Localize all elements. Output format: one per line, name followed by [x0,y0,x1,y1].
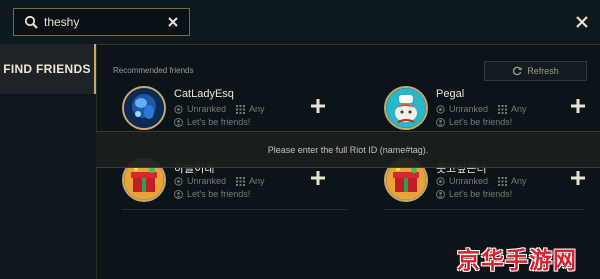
friend-rank: Unranked [187,104,227,114]
friend-rank-row: Unranked Any [436,176,527,186]
person-icon [174,189,183,199]
queue-grid-icon [498,176,508,186]
add-friend-icon[interactable] [310,98,326,114]
add-friend-icon[interactable] [570,170,586,186]
top-bar [0,0,600,45]
friend-rank-row: Unranked Any [436,104,527,114]
friend-queue: Any [511,176,527,186]
refresh-button[interactable]: Refresh [484,61,587,81]
friend-card[interactable]: CatLadyEsq Unranked Any Let's be friends… [122,84,342,136]
add-friend-icon[interactable] [310,170,326,186]
friend-message: Let's be friends! [449,117,513,127]
friend-message-row: Let's be friends! [436,117,512,127]
person-icon [436,189,445,199]
card-divider [122,209,348,210]
search-icon [24,15,38,29]
blue-champion-avatar [122,86,166,130]
friend-queue: Any [249,104,265,114]
friend-message: Let's be friends! [449,189,513,199]
card-divider [384,209,584,210]
friend-message: Let's be friends! [187,189,251,199]
queue-grid-icon [498,104,508,114]
search-input[interactable] [44,13,164,31]
friend-queue: Any [249,176,265,186]
friend-rank: Unranked [449,176,489,186]
close-icon[interactable] [574,14,590,30]
friend-message: Let's be friends! [187,117,251,127]
friend-name: Pegal [436,88,465,100]
friend-message-row: Let's be friends! [174,189,250,199]
friend-queue: Any [511,104,527,114]
person-icon [436,117,445,127]
friend-rank: Unranked [187,176,227,186]
recommended-friends-header: Recommended friends [113,66,194,75]
tab-find-friends[interactable]: FIND FRIENDS [0,44,96,94]
person-icon [174,117,183,127]
refresh-label: Refresh [527,66,559,76]
poro-chef-avatar [384,86,428,130]
riot-id-notice: Please enter the full Riot ID (name#tag)… [96,131,600,168]
rank-emblem-icon [174,104,183,114]
rank-emblem-icon [436,176,445,186]
queue-grid-icon [236,104,246,114]
friend-card[interactable]: Pegal Unranked Any Let's be friends! [384,84,600,136]
friend-rank-row: Unranked Any [174,104,265,114]
add-friend-icon[interactable] [570,98,586,114]
refresh-icon [513,66,522,76]
clear-search-icon[interactable] [166,15,180,29]
friend-rank: Unranked [449,104,489,114]
friend-message-row: Let's be friends! [174,117,250,127]
tab-find-friends-label: FIND FRIENDS [3,62,91,76]
watermark: 京华手游网 [457,247,577,273]
notice-text: Please enter the full Riot ID (name#tag)… [267,144,429,155]
queue-grid-icon [236,176,246,186]
friend-name: CatLadyEsq [174,88,234,100]
friend-message-row: Let's be friends! [436,189,512,199]
rank-emblem-icon [174,176,183,186]
search-box[interactable] [13,8,190,36]
rank-emblem-icon [436,104,445,114]
sidebar: FIND FRIENDS [0,44,97,279]
friend-rank-row: Unranked Any [174,176,265,186]
